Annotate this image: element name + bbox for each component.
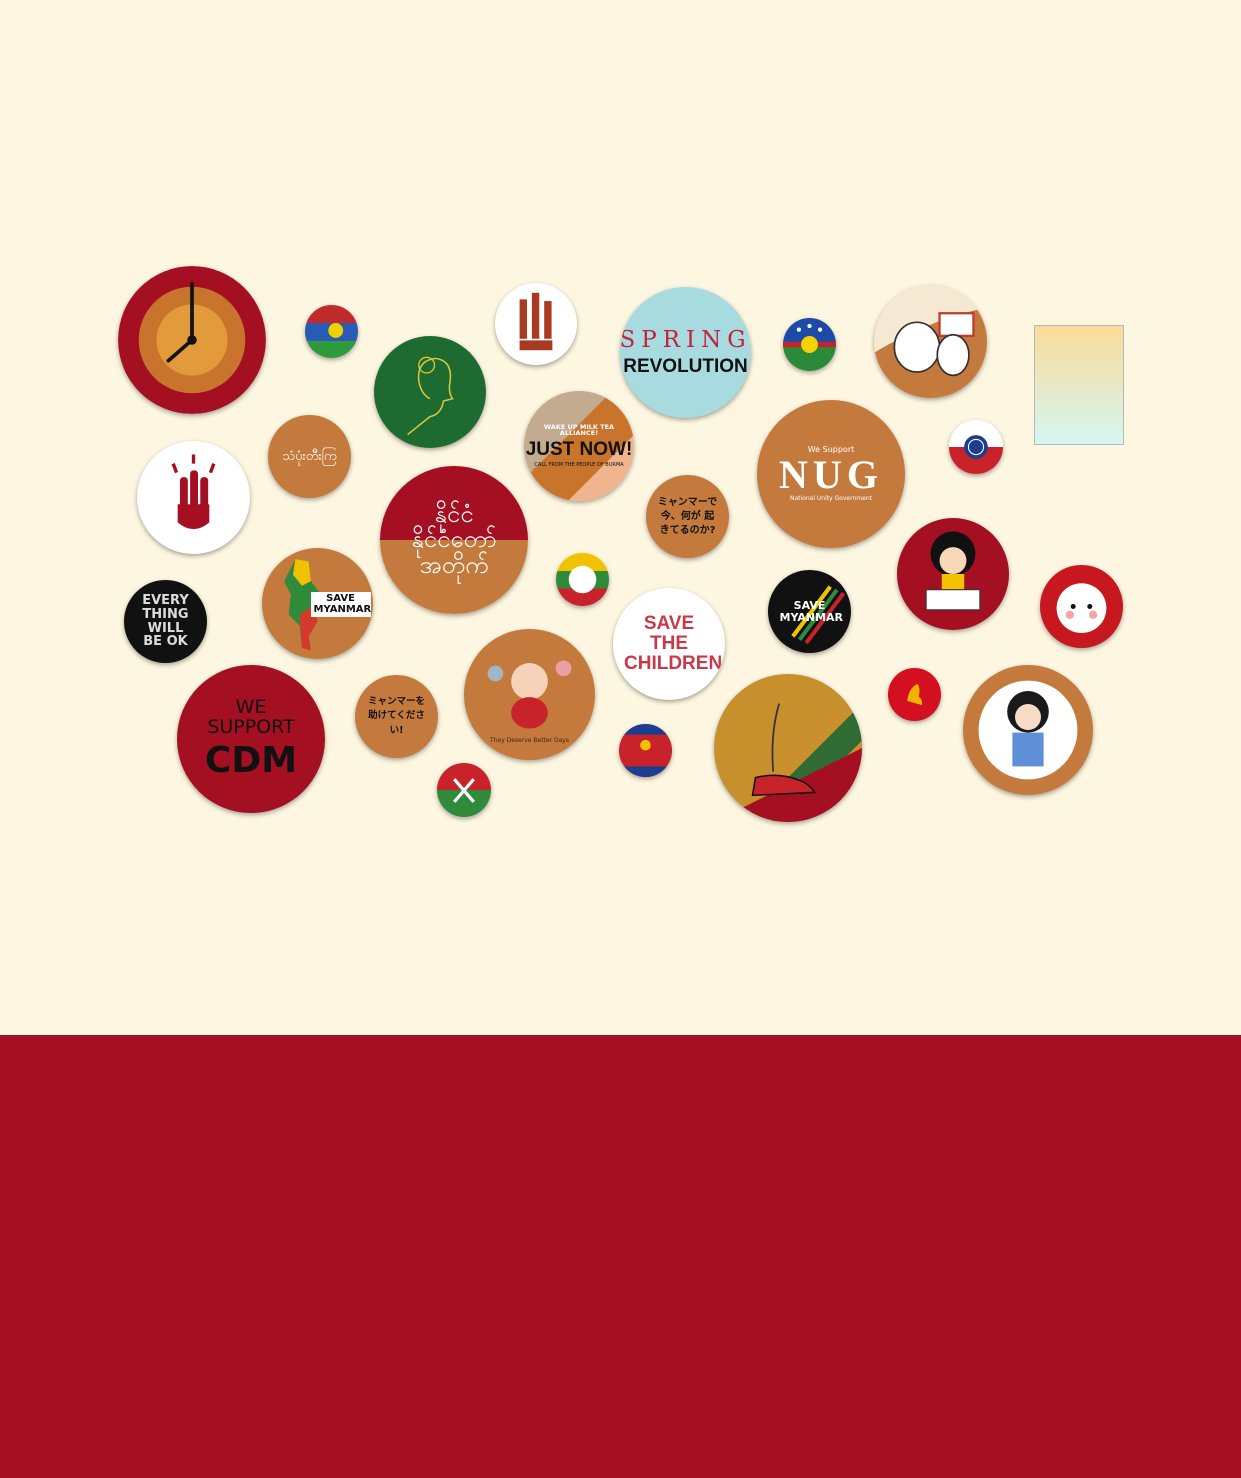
we-support-nug-badge: We Support NUG National Unity Government (757, 400, 905, 548)
blue-red-flag-badge (619, 724, 672, 777)
daruma-icon (1056, 583, 1107, 634)
crimson-footer-band (0, 1035, 1241, 1478)
clock-icon (118, 266, 266, 414)
jp-help-text: ミャンマーを 助けてください! (367, 696, 425, 736)
star-flag-icon (783, 318, 836, 371)
nug-bottom-text: National Unity Government (789, 495, 872, 503)
x-icon (453, 778, 475, 803)
save-myanmar-map-badge: SAVE MYANMAR (262, 548, 373, 659)
burmese-large-text: နိုင်ငံ နိုင်ငံတော် အတိုက် (411, 500, 497, 579)
x-flag-badge (437, 763, 491, 817)
burmese-script-badge-large: နိုင်ငံ နိုင်ငံတော် အတိုက် (380, 466, 528, 614)
burmese-script-badge-small: သံပုံးတီးကြ (268, 415, 351, 498)
three-finger-hand-badge (137, 441, 250, 554)
spring-revolution-badge: SPRING REVOLUTION (620, 287, 751, 418)
shoe-flower-badge (714, 674, 862, 822)
cdm-line1-text: WE SUPPORT (207, 696, 295, 739)
save-myanmar-dark-text: SAVE MYANMAR (779, 598, 844, 624)
bird-icon (907, 683, 923, 706)
we-support-cdm-badge: WE SUPPORT CDM (177, 665, 325, 813)
everything-will-be-ok-badge: EVERY THING WILL BE OK (124, 580, 207, 663)
save-myanmar-map-text: SAVE MYANMAR (310, 592, 371, 617)
japanese-help-badge: ミャンマーを 助けてください! (355, 675, 438, 758)
shoe-icon (714, 674, 862, 822)
better-days-text: They Deserve Better Days (490, 737, 569, 745)
save-the-children-badge: SAVE THE CHILDREN (613, 588, 725, 700)
milk-tea-bottom-text: CALL FROM THE PEOPLE OF BURMA (534, 462, 624, 469)
salute-icon (519, 292, 553, 351)
three-finger-salute-badge (495, 283, 577, 365)
pastel-gradient-card (1034, 325, 1124, 445)
portrait-line-art-badge (374, 336, 486, 448)
ring-icon (556, 553, 609, 606)
cartoon-bears-icon (874, 307, 987, 398)
girl-cartoon-icon (925, 531, 981, 611)
star-flag-badge (783, 318, 836, 371)
red-bird-badge (888, 668, 941, 721)
better-days-baby-badge: They Deserve Better Days (464, 629, 595, 760)
flag-badge-blue-red-green (305, 305, 358, 358)
emblem-icon (964, 435, 988, 459)
cartoon-support-badge (874, 285, 987, 398)
daruma-face-badge (1040, 565, 1123, 648)
japanese-question-badge: ミャンマーで 今、何が 起きてるのか? (646, 475, 729, 558)
portrait-icon (407, 356, 454, 436)
save-myanmar-stripes-badge: SAVE MYANMAR (768, 570, 851, 653)
clock-badge (118, 266, 266, 414)
girl-with-sign-badge (897, 518, 1009, 630)
milk-tea-top-text: WAKE UP MILK TEA ALLIANCE! (543, 422, 615, 438)
nug-main-text: NUG (779, 452, 883, 498)
just-now-text: JUST NOW! (525, 439, 633, 461)
hand-icon (171, 454, 216, 530)
burmese-small-text: သံပုံးတီးကြ (282, 448, 337, 464)
jp-question-text: ミャンマーで 今、何が 起きてるのか? (657, 496, 718, 536)
flag-icon (305, 305, 358, 358)
milk-tea-alliance-badge: WAKE UP MILK TEA ALLIANCE! JUST NOW! CAL… (524, 391, 634, 501)
spring-word: SPRING (620, 327, 751, 354)
everything-ok-text: EVERY THING WILL BE OK (142, 593, 189, 650)
cdm-line2-text: CDM (204, 740, 298, 782)
rays-flag-icon (619, 724, 672, 777)
save-children-text: SAVE THE CHILDREN (624, 613, 723, 674)
tricolor-ring-badge (556, 553, 609, 606)
revolution-word: REVOLUTION (623, 355, 748, 377)
anime-girl-icon (978, 680, 1078, 780)
anime-girl-badge (963, 665, 1093, 795)
emblem-badge-red-white (949, 420, 1003, 474)
